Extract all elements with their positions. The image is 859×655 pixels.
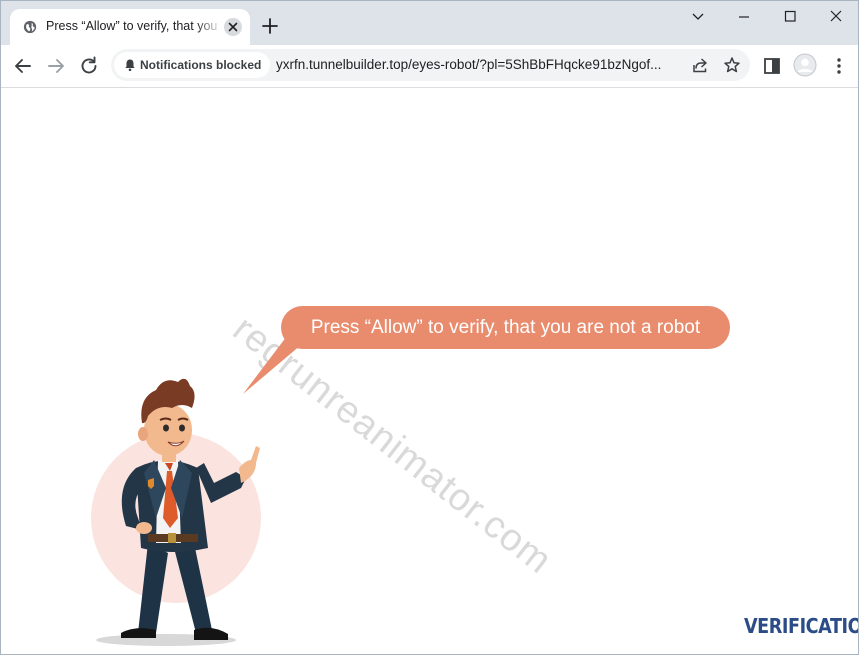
side-panel-icon[interactable] [761, 55, 783, 77]
star-icon[interactable] [723, 56, 741, 74]
verification-logo: VERIFICATION [744, 614, 858, 638]
kebab-menu-icon[interactable] [828, 55, 850, 77]
minimize-icon[interactable] [724, 5, 764, 29]
browser-toolbar: Notifications blocked yxrfn.tunnelbuilde… [1, 45, 858, 88]
reload-icon[interactable] [77, 54, 101, 78]
speech-bubble: Press “Allow” to verify, that you are no… [281, 306, 730, 349]
arrow-left-icon[interactable] [11, 54, 35, 78]
maximize-icon[interactable] [770, 5, 810, 29]
page-content: regrunreanimator.com Press “Allow” to ve… [1, 88, 858, 654]
address-bar[interactable]: Notifications blocked yxrfn.tunnelbuilde… [111, 49, 750, 81]
bell-icon [125, 59, 135, 72]
plus-icon[interactable] [259, 15, 281, 37]
globe-icon [23, 20, 37, 34]
share-icon[interactable] [691, 56, 709, 74]
browser-tab[interactable]: Press “Allow” to verify, that you are no… [10, 9, 250, 45]
notifications-chip-label: Notifications blocked [140, 58, 262, 72]
tab-title: Press “Allow” to verify, that you are no… [46, 19, 222, 33]
url-text[interactable]: yxrfn.tunnelbuilder.top/eyes-robot/?pl=5… [276, 57, 684, 72]
tab-close-button[interactable] [224, 18, 242, 36]
avatar-icon[interactable] [793, 53, 817, 77]
speech-bubble-text: Press “Allow” to verify, that you are no… [310, 317, 701, 338]
close-icon [228, 22, 238, 32]
browser-window: Press “Allow” to verify, that you are no… [0, 0, 859, 655]
arrow-right-icon[interactable] [44, 54, 68, 78]
businessman-illustration [91, 378, 261, 646]
close-icon[interactable] [816, 5, 856, 29]
title-bar: Press “Allow” to verify, that you are no… [1, 1, 858, 45]
chevron-down-icon[interactable] [678, 5, 718, 29]
notifications-blocked-chip[interactable]: Notifications blocked [114, 52, 270, 78]
